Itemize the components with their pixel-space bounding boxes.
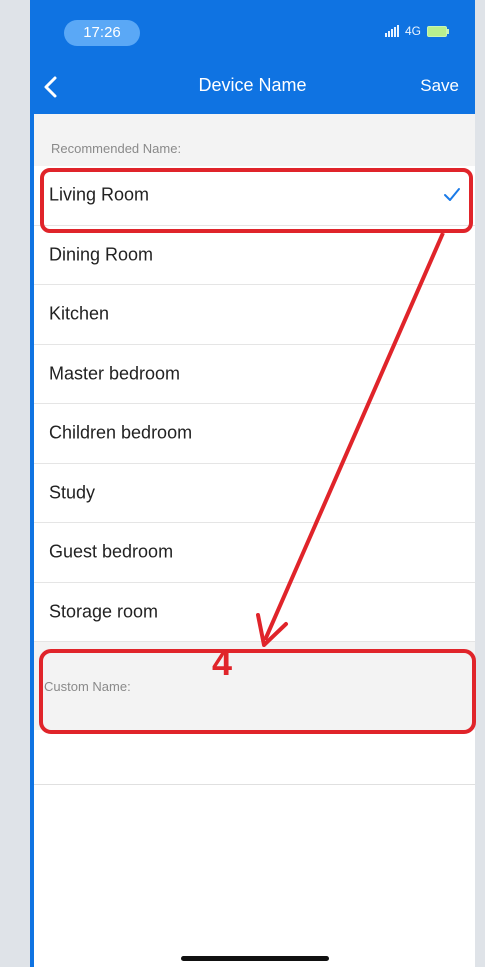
battery-icon: [427, 25, 449, 37]
recommended-label: Recommended Name:: [51, 141, 182, 156]
option-label: Living Room: [49, 184, 150, 205]
signal-icon: [384, 25, 399, 37]
step-number: 4: [212, 642, 233, 683]
status-indicators: 4G: [384, 24, 449, 38]
status-time: 17:26: [64, 20, 140, 46]
navigation-bar: Device Name Save: [30, 62, 475, 114]
name-option-master-bedroom[interactable]: Master bedroom: [34, 345, 475, 404]
custom-name-input[interactable]: [34, 730, 475, 785]
option-label: Study: [49, 482, 96, 503]
name-option-dining-room[interactable]: Dining Room: [34, 226, 475, 285]
home-indicator[interactable]: [181, 956, 329, 961]
option-label: Kitchen: [49, 303, 110, 324]
network-type: 4G: [404, 24, 421, 38]
custom-name-label: Custom Name:: [44, 679, 131, 694]
name-option-storage-room[interactable]: Storage room: [34, 583, 475, 642]
option-label: Guest bedroom: [49, 541, 174, 562]
page-title: Device Name: [198, 75, 307, 95]
option-label: Dining Room: [49, 244, 154, 265]
option-label: Storage room: [49, 601, 159, 622]
name-option-kitchen[interactable]: Kitchen: [34, 285, 475, 345]
recommended-section-header: Recommended Name:: [34, 114, 475, 166]
option-label: Master bedroom: [49, 363, 181, 384]
status-bar: 17:26 4G: [30, 0, 475, 62]
device-name-content: Recommended Name: Living Room Dining Roo…: [34, 114, 475, 967]
checkmark-icon: [444, 188, 460, 202]
option-label: Children bedroom: [49, 422, 193, 443]
name-option-study[interactable]: Study: [34, 464, 475, 523]
custom-section-header: Custom Name:: [34, 641, 475, 730]
name-option-children-bedroom[interactable]: Children bedroom: [34, 404, 475, 464]
phone-screen: 17:26 4G Device Name Save Recommended Na…: [30, 0, 475, 967]
save-button[interactable]: Save: [420, 76, 459, 96]
name-option-living-room[interactable]: Living Room: [34, 166, 475, 226]
name-option-guest-bedroom[interactable]: Guest bedroom: [34, 523, 475, 583]
